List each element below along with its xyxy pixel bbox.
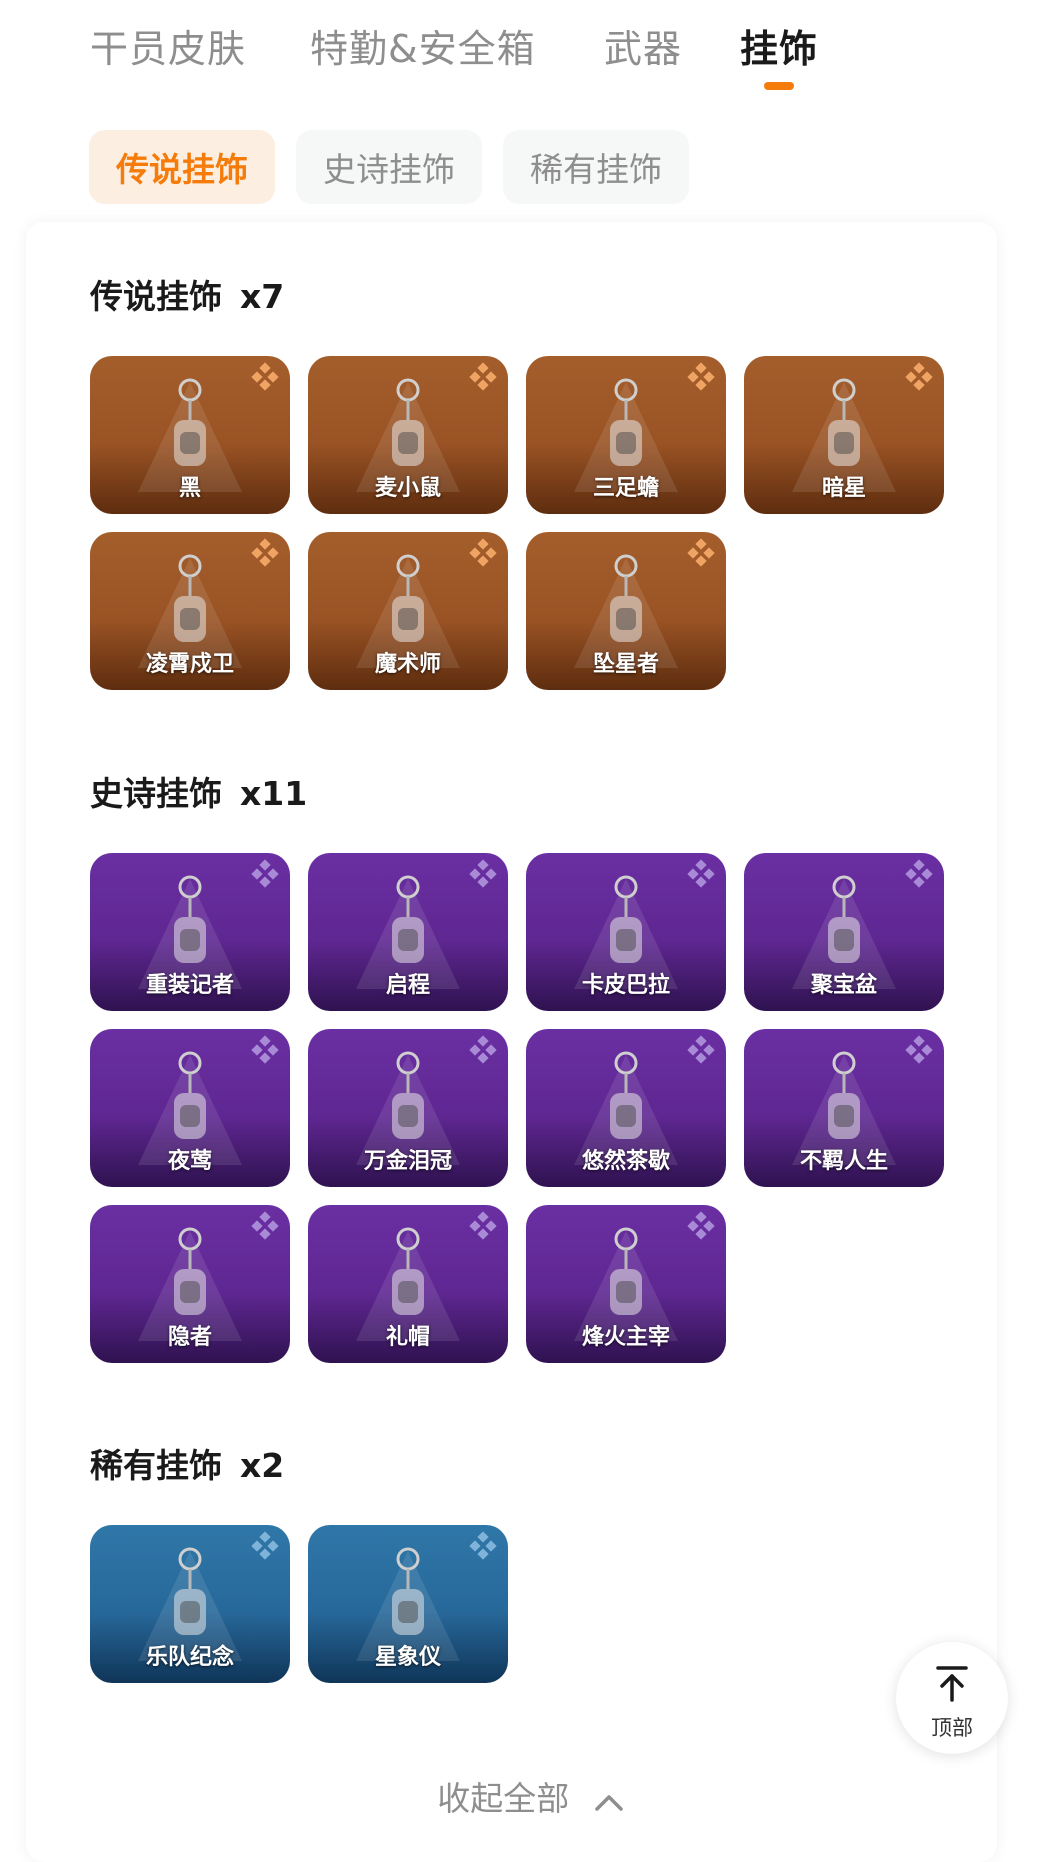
diamond-cluster-icon <box>251 859 279 888</box>
charm-name: 麦小鼠 <box>374 476 441 501</box>
charm-name: 重装记者 <box>145 973 234 998</box>
charm-card[interactable]: 隐者 <box>90 1205 290 1363</box>
charm-list-panel: 传说挂饰 x7 黑 麦小鼠 三足蟾 暗星凌霄戍卫 魔术师 坠星者 史诗挂饰 x11 重装记者 启… <box>26 222 997 1862</box>
charm-name: 魔术师 <box>374 652 441 677</box>
charm-name: 隐者 <box>167 1325 212 1350</box>
diamond-cluster-icon <box>687 859 715 888</box>
back-to-top-label: 顶部 <box>931 1716 973 1740</box>
tab-charms-label: 挂饰 <box>740 27 819 71</box>
charm-name: 不羁人生 <box>799 1149 888 1174</box>
charm-card[interactable]: 重装记者 <box>90 853 290 1011</box>
diamond-cluster-icon <box>905 362 933 391</box>
charm-name: 烽火主宰 <box>581 1325 670 1350</box>
section-title: 传说挂饰 x7 <box>90 277 285 316</box>
charm-name: 乐队纪念 <box>145 1645 234 1670</box>
charm-name: 三足蟾 <box>592 476 659 501</box>
charm-card[interactable]: 万金泪冠 <box>308 1029 508 1187</box>
subtab-epic[interactable]: 史诗挂饰 <box>296 130 482 204</box>
diamond-cluster-icon <box>905 859 933 888</box>
charm-card[interactable]: 魔术师 <box>308 532 508 690</box>
charm-card[interactable]: 三足蟾 <box>526 356 726 514</box>
diamond-cluster-icon <box>469 538 497 567</box>
charm-name: 黑 <box>178 476 201 501</box>
charm-name: 凌霄戍卫 <box>145 652 234 677</box>
charm-card[interactable]: 暗星 <box>744 356 944 514</box>
category-tabs: 干员皮肤 特勤&安全箱 武器 挂饰 <box>90 18 990 108</box>
tab-charms[interactable]: 挂饰 <box>740 18 819 90</box>
diamond-cluster-icon <box>687 1211 715 1240</box>
arrow-up-to-line-icon <box>936 1666 968 1702</box>
charm-card[interactable]: 悠然茶歇 <box>526 1029 726 1187</box>
section-title: 史诗挂饰 x11 <box>90 774 308 813</box>
charm-name: 卡皮巴拉 <box>581 973 670 998</box>
subtab-legendary[interactable]: 传说挂饰 <box>89 130 275 204</box>
charm-card[interactable]: 乐队纪念 <box>90 1525 290 1683</box>
diamond-cluster-icon <box>905 1035 933 1064</box>
charm-name: 启程 <box>385 973 430 998</box>
charm-card[interactable]: 烽火主宰 <box>526 1205 726 1363</box>
charm-card[interactable]: 不羁人生 <box>744 1029 944 1187</box>
charm-name: 夜莺 <box>167 1149 212 1174</box>
section-rare: 稀有挂饰 x2 乐队纪念 星象仪 <box>90 1441 990 1683</box>
diamond-cluster-icon <box>469 1211 497 1240</box>
diamond-cluster-icon <box>251 362 279 391</box>
collapse-all-button[interactable]: 收起全部 <box>0 1772 1061 1820</box>
charm-name: 星象仪 <box>374 1645 441 1670</box>
charm-card[interactable]: 夜莺 <box>90 1029 290 1187</box>
section-title: 稀有挂饰 x2 <box>90 1446 285 1485</box>
charm-name: 聚宝盆 <box>810 973 877 998</box>
diamond-cluster-icon <box>251 538 279 567</box>
charm-name: 悠然茶歇 <box>581 1149 670 1174</box>
charm-card[interactable]: 麦小鼠 <box>308 356 508 514</box>
collapse-all-label: 收起全部 <box>437 1779 570 1818</box>
charm-card[interactable]: 启程 <box>308 853 508 1011</box>
diamond-cluster-icon <box>251 1211 279 1240</box>
diamond-cluster-icon <box>469 1035 497 1064</box>
diamond-cluster-icon <box>469 859 497 888</box>
charm-card[interactable]: 凌霄戍卫 <box>90 532 290 690</box>
diamond-cluster-icon <box>469 1531 497 1560</box>
charm-card[interactable]: 星象仪 <box>308 1525 508 1683</box>
diamond-cluster-icon <box>251 1035 279 1064</box>
active-tab-indicator <box>764 82 794 90</box>
diamond-cluster-icon <box>251 1531 279 1560</box>
diamond-cluster-icon <box>687 362 715 391</box>
charm-card[interactable]: 聚宝盆 <box>744 853 944 1011</box>
tab-operator-skins[interactable]: 干员皮肤 <box>90 18 246 73</box>
charm-name: 暗星 <box>821 476 866 501</box>
charm-name: 万金泪冠 <box>363 1149 452 1174</box>
charm-card[interactable]: 礼帽 <box>308 1205 508 1363</box>
diamond-cluster-icon <box>687 538 715 567</box>
subtab-rare[interactable]: 稀有挂饰 <box>503 130 689 204</box>
diamond-cluster-icon <box>469 362 497 391</box>
chevron-up-icon <box>594 1781 624 1820</box>
charm-card[interactable]: 黑 <box>90 356 290 514</box>
section-legendary: 传说挂饰 x7 黑 麦小鼠 三足蟾 暗星凌霄戍卫 魔术师 坠星者 <box>90 272 990 690</box>
tab-weapons[interactable]: 武器 <box>604 18 682 73</box>
back-to-top-button[interactable]: 顶部 <box>896 1642 1008 1754</box>
charm-card[interactable]: 坠星者 <box>526 532 726 690</box>
diamond-cluster-icon <box>687 1035 715 1064</box>
section-epic: 史诗挂饰 x11 重装记者 启程 卡皮巴拉 聚宝盆夜莺 万金泪冠 悠然茶歇 不羁人生隐者 礼帽 烽… <box>90 769 990 1363</box>
charm-card[interactable]: 卡皮巴拉 <box>526 853 726 1011</box>
charm-name: 坠星者 <box>592 652 659 677</box>
charm-name: 礼帽 <box>385 1325 430 1350</box>
tab-special-and-safebox[interactable]: 特勤&安全箱 <box>310 18 536 73</box>
